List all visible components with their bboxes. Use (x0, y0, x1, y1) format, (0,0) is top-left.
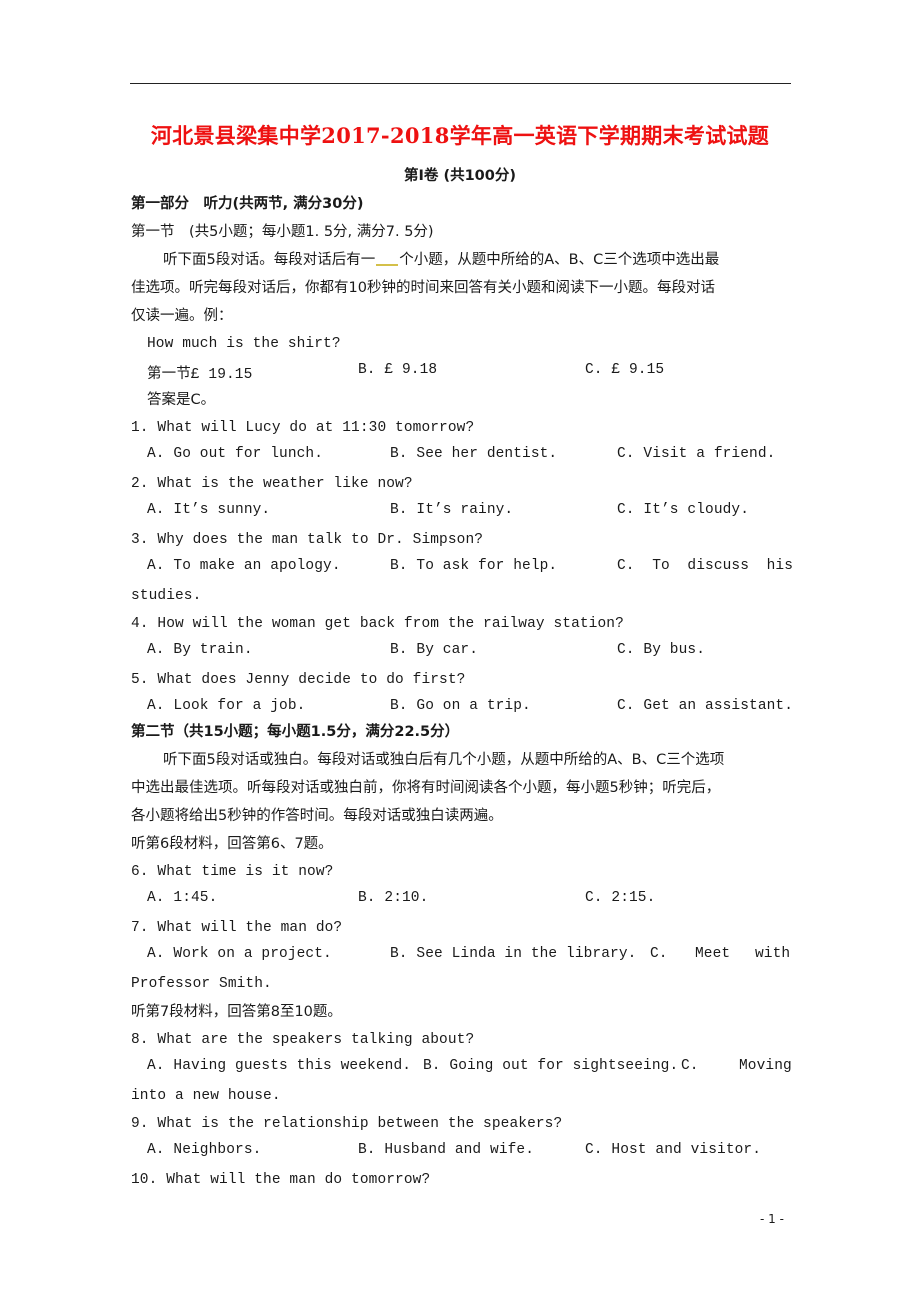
question-1: 1. What will Lucy do at 11:30 tomorrow? (131, 420, 475, 436)
example-option-b: B. £ 9.18 (358, 362, 438, 378)
option-c: C. To discuss his (617, 558, 794, 574)
section2-heading: 第二节（共15小题；每小题1.5分，满分22.5分） (131, 724, 460, 740)
question-7-options: A. Work on a project. B. See Linda in th… (147, 946, 792, 966)
option-a: A. Neighbors. (147, 1142, 262, 1158)
question-8-continuation: into a new house. (131, 1088, 281, 1104)
option-a: A. 1:45. (147, 890, 218, 906)
question-6-options: A. 1:45. B. 2:10. C. 2:15. (147, 890, 792, 910)
question-3-options: A. To make an apology. B. To ask for hel… (147, 558, 794, 578)
option-c: C. It’s cloudy. (617, 502, 750, 518)
example-answer: 答案是C。 (147, 392, 216, 408)
example-option-c: C. £ 9.15 (585, 362, 665, 378)
volume-heading: 第I卷 (共100分) (404, 168, 516, 184)
section2-instructions-line2: 中选出最佳选项。听每段对话或独白前，你将有时间阅读各个小题，每小题5秒钟；听完后… (131, 780, 721, 796)
option-b: B. Go on a trip. (390, 698, 531, 714)
option-c: C. Visit a friend. (617, 446, 776, 462)
blank-underline (376, 264, 399, 266)
question-7-continuation: Professor Smith. (131, 976, 272, 992)
option-b: B. Going out for sightseeing. (423, 1058, 679, 1074)
question-9-options: A. Neighbors. B. Husband and wife. C. Ho… (147, 1142, 792, 1162)
question-2: 2. What is the weather like now? (131, 476, 413, 492)
option-b: B. See Linda in the library. (390, 946, 637, 962)
question-5: 5. What does Jenny decide to do first? (131, 672, 466, 688)
option-b: B. It’s rainy. (390, 502, 514, 518)
section1-instructions-line3: 仅读一遍。例： (131, 308, 233, 324)
example-options: 第一节£ 19.15 B. £ 9.18 C. £ 9.15 (147, 362, 792, 383)
question-8: 8. What are the speakers talking about? (131, 1032, 475, 1048)
option-c-word: with (755, 946, 791, 962)
question-9: 9. What is the relationship between the … (131, 1116, 563, 1132)
option-a: A. It’s sunny. (147, 502, 271, 518)
instructions-text: 个小题，从题中所给的A、B、C三个选项中选出最 (399, 252, 720, 268)
page-number: - 1 - (760, 1212, 784, 1226)
option-a: A. Having guests this weekend. (147, 1058, 412, 1074)
option-b: B. Husband and wife. (358, 1142, 535, 1158)
option-c-word: Moving (739, 1058, 792, 1074)
option-a: A. Go out for lunch. (147, 446, 324, 462)
example-question: How much is the shirt? (147, 336, 341, 352)
section1-instructions-line1: 听下面5段对话。每段对话后有一 个小题，从题中所给的A、B、C三个选项中选出最 (163, 250, 719, 270)
option-a: A. To make an apology. (147, 558, 341, 574)
question-2-options: A. It’s sunny. B. It’s rainy. C. It’s cl… (147, 502, 792, 522)
question-5-options: A. Look for a job. B. Go on a trip. C. G… (147, 698, 794, 718)
option-a: A. Look for a job. (147, 698, 306, 714)
question-7: 7. What will the man do? (131, 920, 343, 936)
option-b: B. By car. (390, 642, 479, 658)
option-c-word: Meet (695, 946, 731, 962)
part1-heading: 第一部分 听力(共两节, 满分30分) (131, 196, 364, 212)
option-b: B. To ask for help. (390, 558, 558, 574)
option-b: B. 2:10. (358, 890, 429, 906)
header-rule (130, 83, 791, 84)
option-a: A. By train. (147, 642, 253, 658)
question-1-options: A. Go out for lunch. B. See her dentist.… (147, 446, 792, 466)
instructions-text: 听下面5段对话。每段对话后有一 (163, 252, 376, 268)
material-6-label: 听第6段材料，回答第6、7题。 (131, 836, 333, 852)
option-c: C. 2:15. (585, 890, 656, 906)
question-10: 10. What will the man do tomorrow? (131, 1172, 431, 1188)
section1-instructions-line2: 佳选项。听完每段对话后，你都有10秒钟的时间来回答有关小题和阅读下一小题。每段对… (131, 280, 715, 296)
option-b: B. See her dentist. (390, 446, 558, 462)
section2-instructions-line3: 各小题将给出5秒钟的作答时间。每段对话或独白读两遍。 (131, 808, 503, 824)
option-a: A. Work on a project. (147, 946, 332, 962)
section2-instructions-line1: 听下面5段对话或独白。每段对话或独白后有几个小题，从题中所给的A、B、C三个选项 (163, 752, 725, 768)
question-3: 3. Why does the man talk to Dr. Simpson? (131, 532, 484, 548)
option-c: C. Get an assistant. (617, 698, 794, 714)
question-6: 6. What time is it now? (131, 864, 334, 880)
section1-heading: 第一节 (共5小题；每小题1. 5分, 满分7. 5分) (131, 224, 434, 240)
option-c: C. By bus. (617, 642, 706, 658)
option-c: C. (650, 946, 668, 962)
question-4: 4. How will the woman get back from the … (131, 616, 624, 632)
document-title: 河北景县梁集中学2017-2018学年高一英语下学期期末考试试题 (150, 123, 770, 148)
example-option-a: 第一节£ 19.15 (147, 367, 253, 383)
question-8-options: A. Having guests this weekend. B. Going … (147, 1058, 792, 1078)
option-c: C. Host and visitor. (585, 1142, 762, 1158)
question-3-continuation: studies. (131, 588, 202, 604)
material-7-label: 听第7段材料，回答第8至10题。 (131, 1004, 342, 1020)
question-4-options: A. By train. B. By car. C. By bus. (147, 642, 792, 662)
option-c: C. (681, 1058, 699, 1074)
